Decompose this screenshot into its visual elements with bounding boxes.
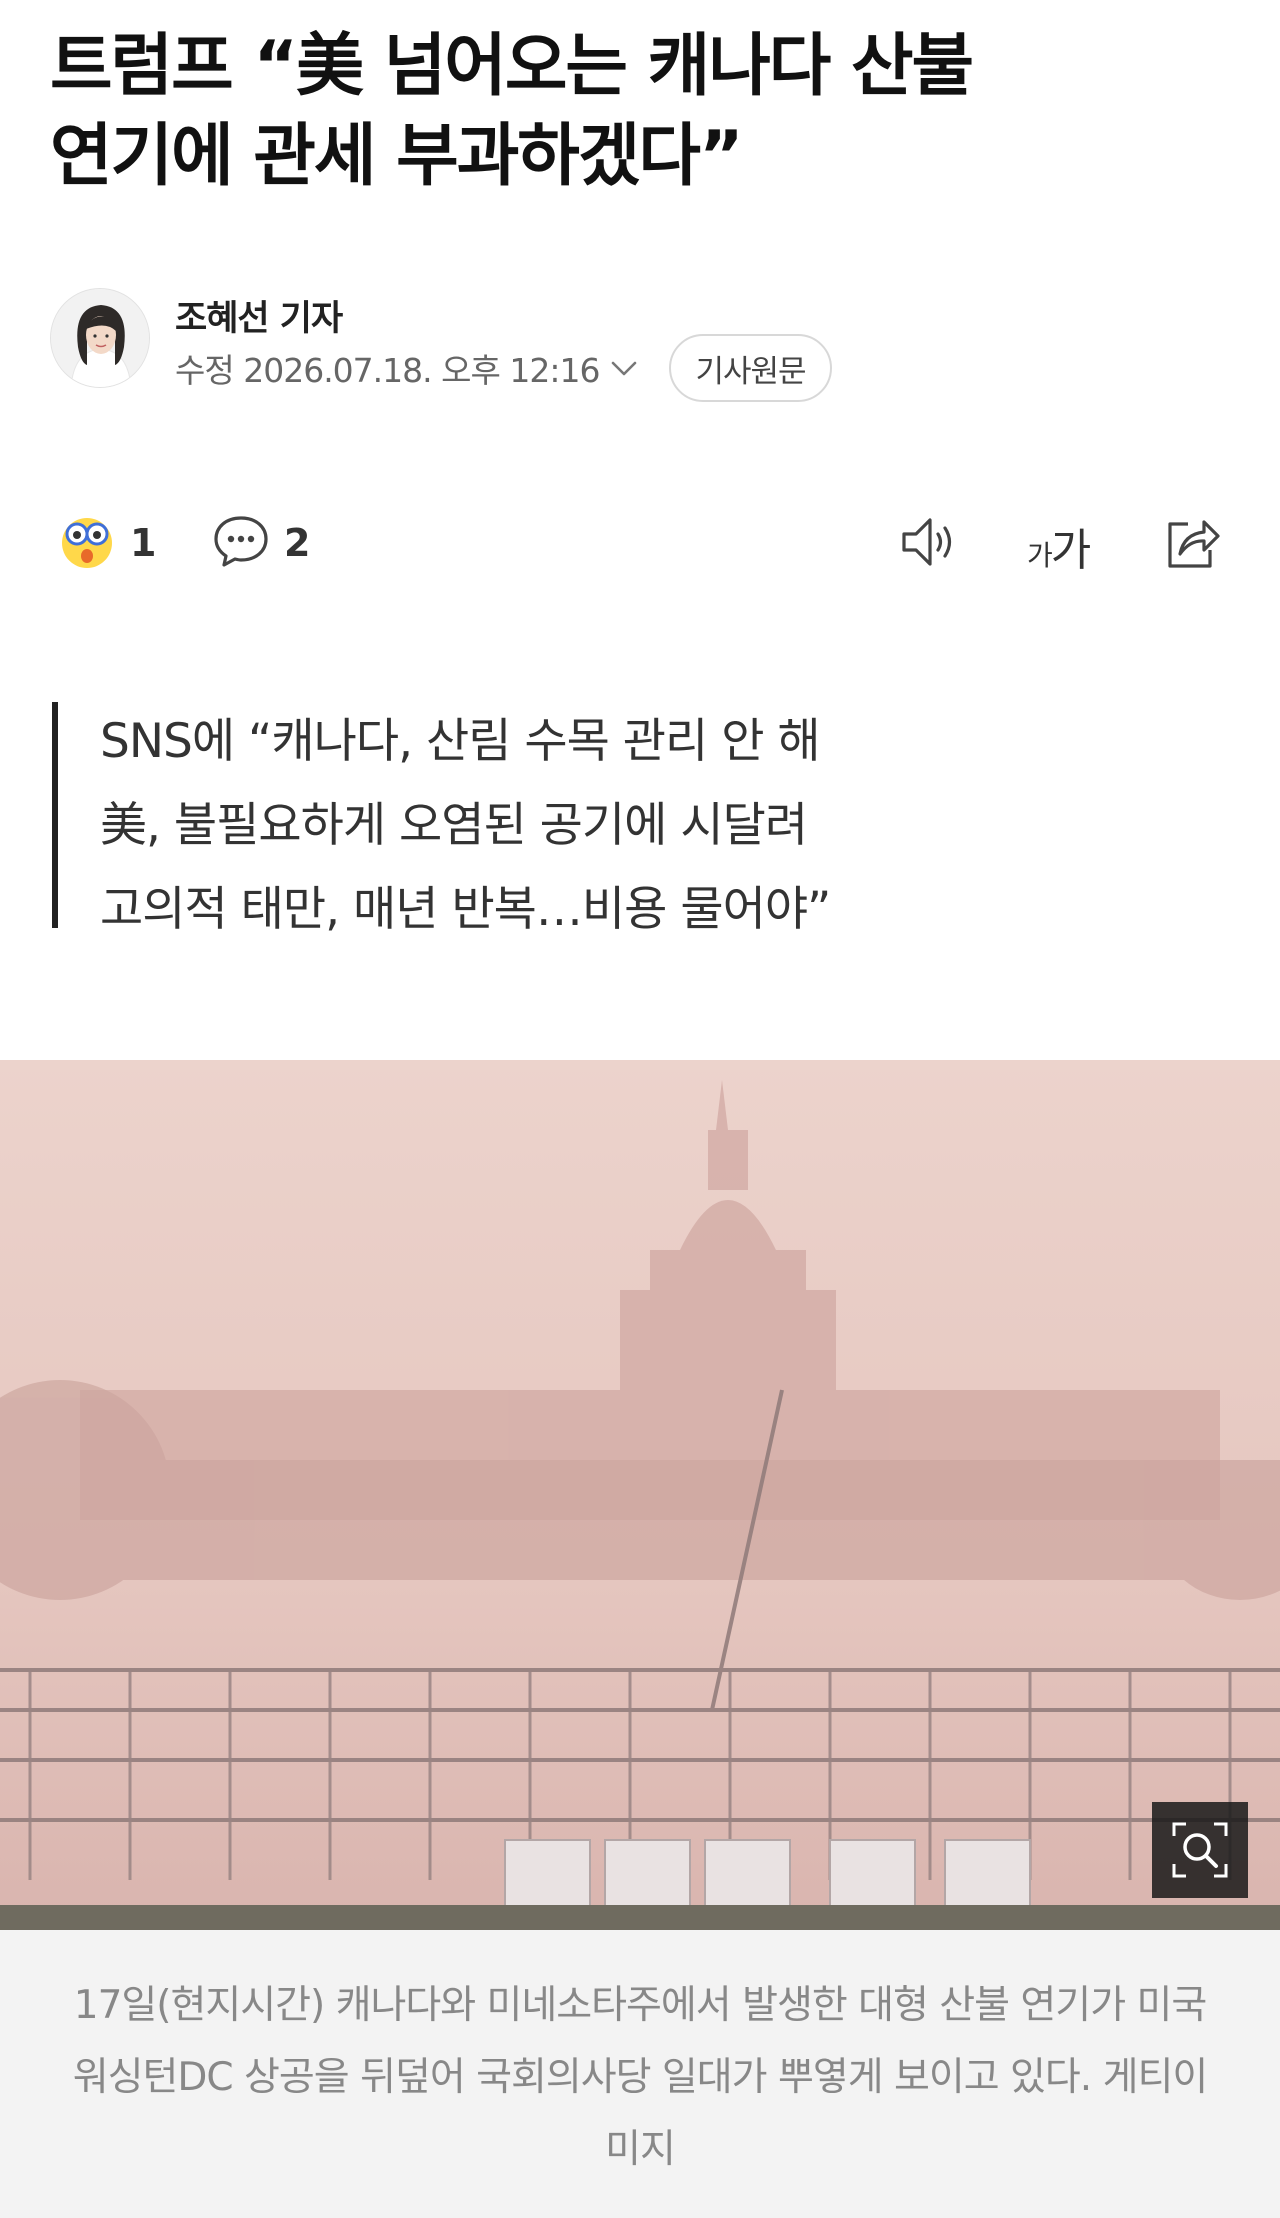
reaction-count: 1 bbox=[130, 521, 157, 565]
comment-button[interactable]: 2 bbox=[212, 512, 310, 574]
reaction-button[interactable]: 1 bbox=[58, 512, 156, 574]
summary-quote-bar bbox=[52, 702, 58, 928]
reporter-name[interactable]: 조혜선 기자 bbox=[175, 290, 343, 341]
article-headline: 트럼프 “美 넘어오는 캐나다 산불 연기에 관세 부과하겠다” bbox=[50, 22, 1240, 202]
font-size-large-label: 가 bbox=[1050, 525, 1092, 576]
comment-icon bbox=[212, 512, 270, 574]
byline: 조혜선 기자 수정 2026.07.18. 오후 12:16 기사원문 bbox=[50, 288, 1230, 402]
font-size-small-label: 가 bbox=[1027, 539, 1053, 572]
photo-caption-block: 17일(현지시간) 캐나다와 미네소타주에서 발생한 대형 산불 연기가 미국 … bbox=[0, 1930, 1280, 2218]
summary-line-1: SNS에 “캐나다, 산림 수목 관리 안 해 bbox=[100, 714, 821, 769]
article-summary: SNS에 “캐나다, 산림 수목 관리 안 해 美, 불필요하게 오염된 공기에… bbox=[52, 700, 1152, 952]
meta-row: 수정 2026.07.18. 오후 12:16 기사원문 bbox=[175, 334, 832, 402]
capitol-haze-illustration bbox=[0, 1060, 1280, 1930]
action-bar: 1 2 가가 bbox=[50, 500, 1230, 588]
summary-line-3: 고의적 태만, 매년 반복…비용 물어야” bbox=[100, 882, 831, 937]
article-photo[interactable] bbox=[0, 1060, 1280, 1930]
font-size-button[interactable]: 가가 bbox=[1027, 514, 1092, 578]
surprised-face-icon bbox=[58, 512, 116, 574]
zoom-magnifier-icon[interactable] bbox=[1152, 1802, 1248, 1898]
original-article-button[interactable]: 기사원문 bbox=[669, 334, 832, 402]
headline-line-1: 트럼프 “美 넘어오는 캐나다 산불 bbox=[50, 27, 974, 106]
speaker-icon[interactable] bbox=[896, 510, 960, 578]
share-icon[interactable] bbox=[1158, 510, 1224, 580]
photo-caption: 17일(현지시간) 캐나다와 미네소타주에서 발생한 대형 산불 연기가 미국 … bbox=[72, 1983, 1208, 2172]
modified-time: 수정 2026.07.18. 오후 12:16 bbox=[175, 351, 600, 390]
chevron-down-icon[interactable] bbox=[607, 351, 641, 385]
reporter-avatar[interactable] bbox=[50, 288, 150, 388]
headline-line-2: 연기에 관세 부과하겠다” bbox=[50, 117, 744, 196]
summary-line-2: 美, 불필요하게 오염된 공기에 시달려 bbox=[100, 798, 808, 853]
comment-count: 2 bbox=[284, 521, 311, 565]
